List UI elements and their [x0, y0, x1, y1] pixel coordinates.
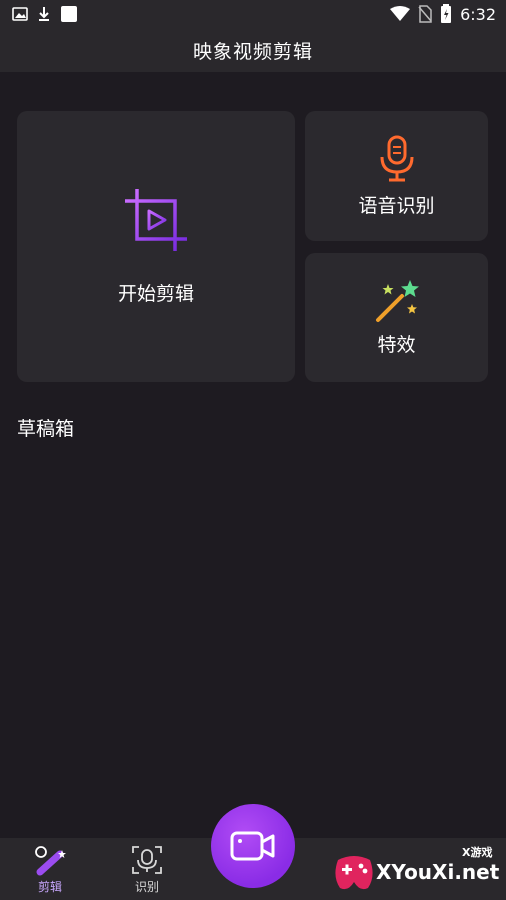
gamepad-logo-icon — [335, 856, 373, 890]
start-edit-label: 开始剪辑 — [117, 283, 194, 305]
edit-wand-icon — [35, 846, 66, 876]
page-title: 映象视频剪辑 — [192, 40, 313, 63]
app-header: 映象视频剪辑 — [0, 28, 506, 72]
tab-recognize[interactable]: 识别 — [117, 844, 177, 898]
video-camera-icon — [230, 831, 275, 861]
status-bar: 6:32 — [0, 0, 506, 28]
tab-recognize-label: 识别 — [134, 880, 159, 894]
voice-recognition-card[interactable]: 语音识别 — [305, 111, 488, 241]
watermark-logo: X游戏 XYouXi.net — [332, 842, 502, 896]
record-video-button[interactable] — [211, 804, 295, 888]
square-icon — [61, 6, 77, 22]
no-sim-icon — [418, 5, 432, 23]
status-time: 6:32 — [460, 4, 496, 24]
crop-play-icon — [125, 189, 187, 251]
download-icon — [39, 7, 49, 21]
start-edit-card[interactable]: 开始剪辑 — [17, 111, 295, 382]
voice-recognition-label: 语音识别 — [358, 194, 435, 217]
battery-icon — [441, 4, 452, 23]
image-icon — [12, 7, 28, 21]
tab-edit[interactable]: 剪辑 — [20, 844, 80, 898]
watermark-tag: X游戏 — [462, 846, 493, 859]
tab-edit-label: 剪辑 — [37, 880, 62, 894]
wifi-icon — [390, 6, 411, 21]
magic-wand-icon — [375, 280, 419, 322]
microphone-icon — [380, 135, 413, 181]
effects-card[interactable]: 特效 — [305, 253, 488, 382]
watermark-brand: XYouXi.net — [376, 860, 500, 884]
effects-label: 特效 — [377, 334, 416, 356]
drafts-heading: 草稿箱 — [17, 418, 75, 440]
voice-scan-icon — [132, 846, 162, 874]
